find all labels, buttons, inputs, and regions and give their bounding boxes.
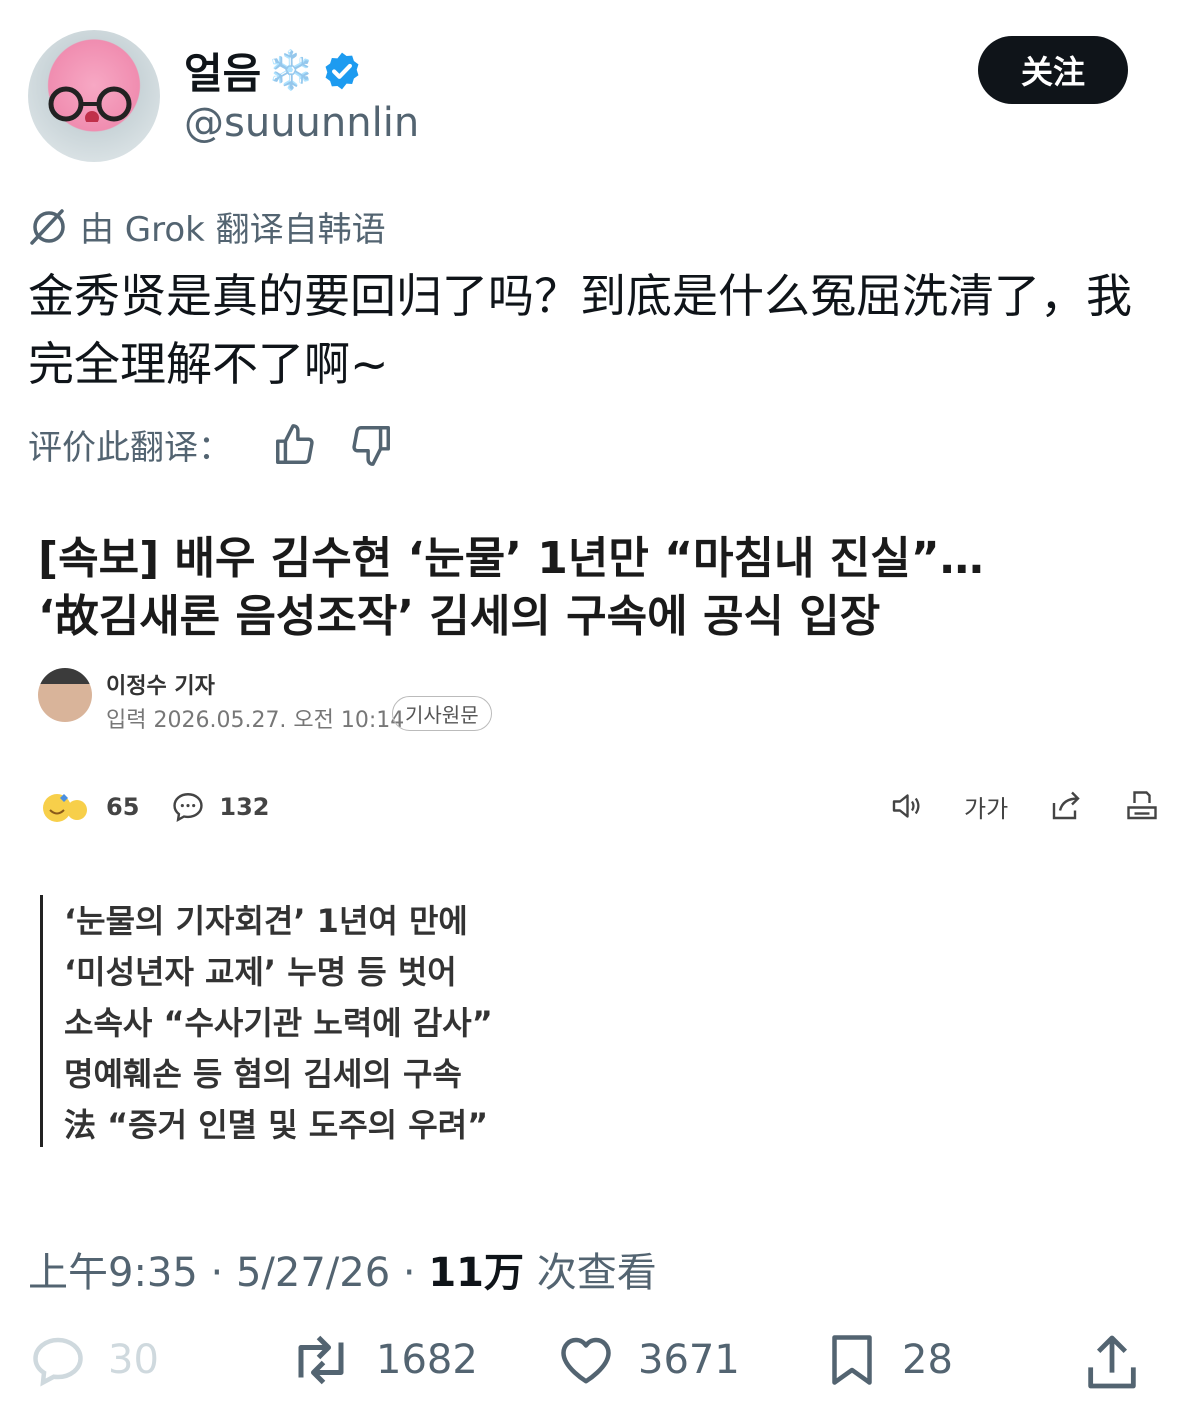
- share-icon: [1052, 791, 1080, 820]
- grok-translation-note: 由 Grok 翻译自韩语: [28, 202, 386, 251]
- tweet-text: 金秀贤是真的要回归了吗？到底是什么冤屈洗清了，我完全理解不了啊~: [28, 269, 1132, 391]
- reply-count: 30: [108, 1337, 159, 1383]
- article-title-line1: [속보] 배우 김수현 ‘눈물’ 1년만 “마침내 진실”…: [38, 533, 984, 584]
- reaction-emoji-icon: [43, 794, 87, 822]
- tweet-meta: 上午9:35 · 5/27/26 · 11万 次查看: [28, 1240, 657, 1298]
- article-date: 입력 2026.05.27. 오전 10:14: [106, 708, 405, 733]
- summary-line: 法 “증거 인멸 및 도주의 우려”: [64, 1106, 489, 1144]
- article-title-line2: ‘故김새론 음성조작’ 김세의 구속에 공식 입장: [38, 591, 881, 642]
- avatar[interactable]: [28, 30, 160, 162]
- article-summary: ‘눈물의 기자회견’ 1년여 만에 ‘미성년자 교제’ 누명 등 벗어 소속사 …: [64, 896, 493, 1151]
- heart-icon: [561, 1337, 611, 1384]
- article-title: [속보] 배우 김수현 ‘눈물’ 1년만 “마침내 진실”… ‘故김새론 음성조…: [38, 530, 1148, 646]
- thumbs-down-icon[interactable]: [348, 422, 394, 468]
- upload-share-icon: [1088, 1335, 1136, 1389]
- comment-bubble-icon: [173, 793, 204, 822]
- retweet-button[interactable]: 1682: [286, 1330, 478, 1390]
- tweet-time[interactable]: 上午9:35: [28, 1250, 198, 1296]
- like-count: 3671: [638, 1337, 740, 1383]
- reaction-count: 65: [106, 793, 140, 821]
- article-tools: 가가: [888, 788, 1160, 824]
- original-article-button: 기사원문: [392, 696, 492, 731]
- grok-icon: [30, 208, 65, 245]
- summary-line: 소속사 “수사기관 노력에 감사”: [64, 1004, 493, 1042]
- display-name-text: 얼음: [184, 49, 262, 98]
- share-button[interactable]: [1080, 1330, 1144, 1394]
- thumbs-up-icon[interactable]: [272, 422, 318, 468]
- print-icon: [1127, 791, 1157, 820]
- retweet-count: 1682: [376, 1337, 478, 1383]
- reporter-name: 이정수 기자: [106, 674, 215, 699]
- separator-dot: ·: [402, 1250, 429, 1296]
- user-handle[interactable]: @suuunnlin: [184, 100, 419, 146]
- like-button[interactable]: 3671: [554, 1330, 740, 1390]
- snowflake-icon: ❄️: [267, 48, 315, 92]
- reply-icon: [33, 1337, 83, 1387]
- reply-button[interactable]: 30: [28, 1330, 159, 1390]
- comment-count: 132: [219, 793, 270, 821]
- bookmark-count: 28: [902, 1337, 953, 1383]
- bookmark-button[interactable]: 28: [822, 1330, 953, 1390]
- follow-button[interactable]: 关注: [978, 36, 1128, 104]
- bookmark-icon: [832, 1335, 872, 1385]
- rate-translation-label: 评价此翻译：: [28, 428, 232, 468]
- summary-quote-bar: [40, 895, 43, 1147]
- view-count: 11万: [428, 1250, 525, 1296]
- retweet-icon: [298, 1335, 344, 1385]
- separator-dot: ·: [210, 1250, 236, 1296]
- summary-line: ‘눈물의 기자회견’ 1년여 만에: [64, 902, 468, 940]
- translation-note-text: 由 Grok 翻译自韩语: [80, 210, 386, 250]
- tweet-date[interactable]: 5/27/26: [236, 1250, 390, 1296]
- reporter-avatar: [38, 668, 92, 722]
- summary-line: ‘미성년자 교제’ 누명 등 벗어: [64, 953, 457, 991]
- view-label: 次查看: [536, 1250, 657, 1296]
- speaker-icon: [892, 794, 920, 818]
- action-bar: 30 1682 3671 28: [28, 1330, 1148, 1410]
- rate-translation: 评价此翻译：: [28, 420, 394, 469]
- verified-badge-icon[interactable]: [321, 50, 363, 92]
- article-stats: 65 132: [40, 790, 270, 824]
- summary-line: 명예훼손 등 혐의 김세의 구속: [64, 1055, 462, 1093]
- display-name[interactable]: 얼음 ❄️: [184, 40, 363, 101]
- font-size-label: 가가: [964, 794, 1009, 823]
- avatar-glasses-icon: [48, 86, 132, 122]
